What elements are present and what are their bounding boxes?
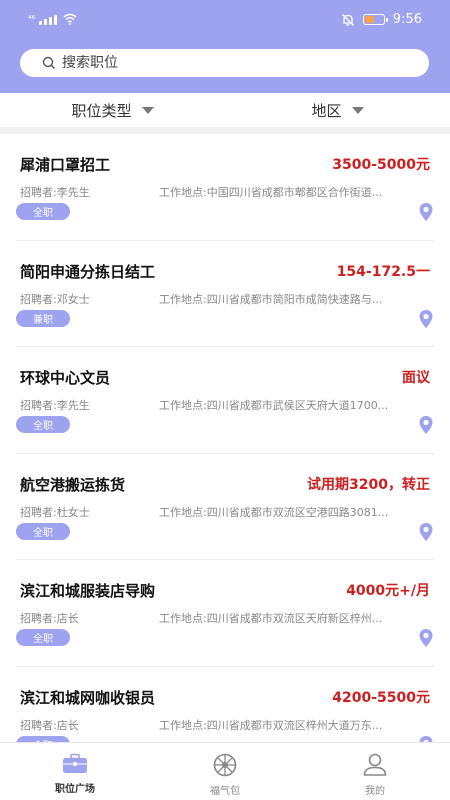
- section-divider: [0, 127, 450, 134]
- job-recruiter: 招聘者:杜女士: [20, 505, 90, 519]
- job-salary: 4200-5500元: [332, 689, 430, 706]
- job-card[interactable]: 滨江和城网咖收银员 4200-5500元 招聘者:店长 工作地点:四川省成都市双…: [16, 667, 434, 743]
- caret-down-icon: [141, 106, 154, 114]
- tab-job-square[interactable]: 职位广场: [0, 743, 150, 800]
- location-pin-icon[interactable]: [418, 415, 434, 435]
- job-card[interactable]: 简阳申通分拣日结工 154-172.5一 招聘者:邓女士 工作地点:四川省成都市…: [16, 241, 434, 347]
- mute-bell-icon: [341, 13, 354, 26]
- signal-icon-bar: [49, 17, 53, 25]
- job-type-badge: 兼职: [16, 309, 70, 327]
- location-pin-icon[interactable]: [418, 522, 434, 542]
- job-salary: 3500-5000元: [332, 157, 430, 173]
- job-location: 工作地点:四川省成都市武侯区天府大道1700...: [159, 399, 389, 412]
- person-icon: [363, 753, 387, 776]
- filter-label: 职位类型: [71, 101, 132, 120]
- job-card[interactable]: 犀浦口罩招工 3500-5000元 招聘者:李先生 工作地点:中国四川省成都市郫…: [16, 134, 434, 241]
- job-recruiter: 招聘者:邓女士: [20, 292, 90, 306]
- job-card[interactable]: 滨江和城服装店导购 4000元+/月 招聘者:店长 工作地点:四川省成都市双流区…: [16, 560, 434, 667]
- tab-lucky-bag[interactable]: 福气包: [150, 743, 300, 800]
- job-salary: 面议: [402, 370, 430, 386]
- filter-region[interactable]: 地区: [225, 93, 450, 127]
- job-recruiter: 招聘者:李先生: [20, 399, 90, 412]
- job-card[interactable]: 航空港搬运拣货 试用期3200，转正 招聘者:杜女士 工作地点:四川省成都市双流…: [16, 454, 434, 560]
- job-title: 航空港搬运拣货: [20, 475, 126, 494]
- search-icon: [42, 56, 55, 69]
- search-box[interactable]: [20, 49, 429, 77]
- job-type-badge: 全职: [16, 203, 70, 220]
- job-recruiter: 招聘者:店长: [20, 718, 79, 732]
- job-location: 工作地点:四川省成都市双流区天府新区梓州...: [159, 612, 383, 625]
- job-location: 工作地点:四川省成都市双流区空港四路3081...: [159, 505, 389, 519]
- job-salary: 154-172.5一: [336, 263, 430, 280]
- status-right: 9:56: [341, 12, 422, 27]
- wifi-icon: [63, 13, 77, 25]
- job-title: 简阳申通分拣日结工: [20, 262, 156, 281]
- job-title: 犀浦口罩招工: [20, 156, 111, 174]
- job-type-badge: 全职: [16, 416, 70, 433]
- job-location: 工作地点:四川省成都市简阳市成简快速路与...: [159, 292, 383, 306]
- location-pin-icon[interactable]: [418, 202, 434, 222]
- wheel-icon: [213, 753, 237, 777]
- job-location: 工作地点:中国四川省成都市郫都区合作街道...: [159, 186, 383, 199]
- caret-down-icon: [351, 106, 364, 114]
- signal-icon-bar: [44, 19, 48, 25]
- job-type-badge: 全职: [16, 629, 70, 646]
- battery-level: [364, 16, 374, 23]
- job-title: 滨江和城服装店导购: [20, 582, 156, 600]
- status-time: 9:56: [392, 12, 422, 27]
- tab-label: 我的: [365, 786, 385, 797]
- signal-icon: [39, 21, 43, 25]
- battery-icon: [362, 14, 388, 25]
- job-recruiter: 招聘者:李先生: [20, 186, 90, 199]
- network-type-label: ⁴⁶: [28, 15, 36, 25]
- job-title: 环球中心文员: [20, 369, 111, 387]
- job-type-badge: 全职: [16, 522, 70, 540]
- status-indicators: ⁴⁶: [28, 13, 77, 25]
- filter-label: 地区: [311, 101, 342, 120]
- search-header: [0, 40, 450, 93]
- location-pin-icon[interactable]: [418, 735, 434, 743]
- tab-label: 福气包: [210, 786, 240, 797]
- job-list[interactable]: 犀浦口罩招工 3500-5000元 招聘者:李先生 工作地点:中国四川省成都市郫…: [0, 134, 450, 742]
- filter-job-type[interactable]: 职位类型: [0, 93, 225, 127]
- job-recruiter: 招聘者:店长: [20, 612, 79, 625]
- briefcase-icon: [63, 753, 87, 773]
- job-location: 工作地点:四川省成都市双流区梓州大道万东...: [159, 718, 383, 732]
- tab-label: 职位广场: [55, 784, 95, 795]
- filter-bar: 职位类型 地区: [0, 93, 450, 127]
- bottom-tab-bar: 职位广场 福气包 我的: [0, 742, 450, 800]
- job-card[interactable]: 环球中心文员 面议 招聘者:李先生 工作地点:四川省成都市武侯区天府大道1700…: [16, 347, 434, 454]
- job-title: 滨江和城网咖收银员: [20, 688, 156, 707]
- job-salary: 4000元+/月: [346, 583, 430, 599]
- tab-mine[interactable]: 我的: [300, 743, 450, 800]
- location-pin-icon[interactable]: [418, 628, 434, 648]
- signal-icon-bar: [54, 15, 58, 25]
- job-salary: 试用期3200，转正: [307, 476, 430, 493]
- search-input[interactable]: [62, 55, 392, 71]
- location-pin-icon[interactable]: [418, 309, 434, 329]
- status-bar: ⁴⁶ 9:56: [0, 0, 450, 40]
